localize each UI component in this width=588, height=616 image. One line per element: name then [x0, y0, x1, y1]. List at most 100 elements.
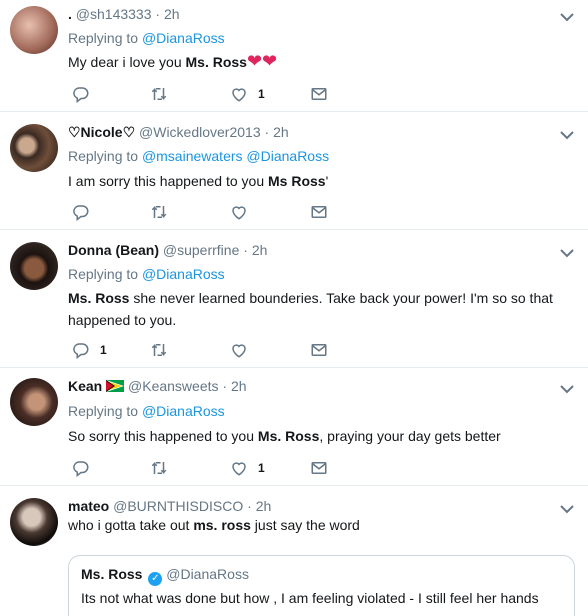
display-name[interactable]: Kean	[68, 378, 102, 394]
tweet-header: Donna (Bean) @superrfine · 2h	[68, 242, 267, 258]
dm-button[interactable]	[310, 340, 328, 360]
display-name[interactable]: .	[68, 6, 72, 22]
user-handle[interactable]: @Wickedlover2013	[139, 124, 261, 140]
separator: ·	[264, 124, 270, 140]
retweet-button[interactable]	[150, 84, 168, 104]
user-handle[interactable]: @Keansweets	[128, 378, 218, 394]
replying-mention[interactable]: @DianaRoss	[142, 403, 225, 419]
tweet-text-part: I am sorry this happened to you	[68, 173, 268, 189]
guyana-flag-icon	[106, 380, 125, 392]
separator: ·	[247, 498, 252, 514]
replying-mention[interactable]: @DianaRoss	[142, 266, 225, 282]
dm-icon	[311, 88, 327, 100]
replying-label: Replying to	[68, 266, 139, 282]
timestamp[interactable]: 2h	[256, 498, 272, 514]
timestamp[interactable]: 2h	[273, 124, 289, 140]
like-count: 1	[258, 87, 265, 101]
tweet[interactable]: ♡Nicole♡ @Wickedlover2013 · 2h Replying …	[0, 112, 588, 230]
replying-to: Replying to @DianaRoss	[68, 30, 225, 46]
replying-mention[interactable]: @msainewaters @DianaRoss	[142, 148, 329, 164]
like-button[interactable]: 1	[230, 458, 265, 478]
tweet-text-part: just say the word	[250, 517, 360, 533]
like-button[interactable]	[230, 202, 248, 222]
tweet-text-bold: Ms. Ross	[185, 54, 247, 70]
tweet[interactable]: Kean @Keansweets · 2h Replying to @Diana…	[0, 368, 588, 486]
like-count: 1	[258, 461, 265, 475]
replying-mention[interactable]: @DianaRoss	[142, 30, 225, 46]
tweet-text-bold: Ms. Ross	[68, 290, 130, 306]
replying-to: Replying to @msainewaters @DianaRoss	[68, 148, 329, 164]
avatar[interactable]	[10, 378, 58, 426]
tweet-text-part: So sorry this happened to you	[68, 428, 258, 444]
tweet-text-part: My dear i love you	[68, 54, 186, 70]
tweet[interactable]: Donna (Bean) @superrfine · 2h Replying t…	[0, 230, 588, 368]
tweet-text-part: , praying your day gets better	[319, 428, 501, 444]
chevron-down-icon[interactable]	[560, 12, 574, 22]
avatar[interactable]	[10, 242, 58, 290]
avatar[interactable]	[10, 498, 58, 546]
user-handle[interactable]: @superrfine	[163, 242, 239, 258]
tweet-header: mateo @BURNTHISDISCO · 2h	[68, 498, 271, 514]
tweet-text: Ms. Ross she never learned bounderies. T…	[68, 287, 568, 331]
display-name[interactable]: ♡Nicole♡	[68, 124, 135, 140]
chevron-down-icon[interactable]	[560, 384, 574, 394]
tweet[interactable]: . @sh143333 · 2h Replying to @DianaRoss …	[0, 0, 588, 112]
retweet-button[interactable]	[150, 340, 168, 360]
tweet-text-part: '	[325, 173, 329, 189]
dm-icon	[311, 206, 327, 218]
retweet-icon	[151, 87, 167, 101]
display-name[interactable]: Donna (Bean)	[68, 242, 159, 258]
user-handle[interactable]: @BURNTHISDISCO	[113, 498, 243, 514]
user-handle[interactable]: @sh143333	[76, 6, 152, 22]
dm-button[interactable]	[310, 202, 328, 222]
chevron-down-icon[interactable]	[560, 248, 574, 258]
tweet[interactable]: mateo @BURNTHISDISCO · 2h who i gotta ta…	[0, 486, 588, 616]
reply-button[interactable]: 1	[72, 340, 107, 360]
dm-button[interactable]	[310, 84, 328, 104]
verified-icon: ✓	[148, 572, 163, 586]
timestamp[interactable]: 2h	[164, 6, 180, 22]
chevron-down-icon[interactable]	[560, 504, 574, 514]
reply-count: 1	[100, 343, 107, 357]
tweet-text: My dear i love you Ms. Ross❤❤	[68, 50, 568, 73]
separator: ·	[155, 6, 161, 22]
timestamp[interactable]: 2h	[252, 242, 268, 258]
like-button[interactable]	[230, 340, 248, 360]
separator: ·	[222, 378, 228, 394]
heart-emoji: ❤❤	[246, 51, 278, 71]
tweet-text: So sorry this happened to you Ms. Ross, …	[68, 425, 568, 447]
avatar[interactable]	[10, 124, 58, 172]
display-name[interactable]: mateo	[68, 498, 109, 514]
dm-button[interactable]	[310, 458, 328, 478]
tweet-text-part: happened to you.	[68, 312, 177, 328]
like-icon	[232, 206, 246, 220]
tweet-header: ♡Nicole♡ @Wickedlover2013 · 2h	[68, 124, 289, 141]
tweet-header: Kean @Keansweets · 2h	[68, 378, 247, 394]
replying-to: Replying to @DianaRoss	[68, 403, 225, 419]
retweet-icon	[151, 343, 167, 357]
retweet-icon	[151, 461, 167, 475]
like-icon	[232, 462, 246, 476]
replying-label: Replying to	[68, 403, 139, 419]
quoted-user-handle: @DianaRoss	[166, 566, 249, 582]
tweet-text-bold: ms. ross	[193, 517, 251, 533]
quoted-tweet-text: Its not what was done but how , I am fee…	[81, 590, 539, 606]
chevron-down-icon[interactable]	[560, 130, 574, 140]
tweet-text-part: who i gotta take out	[68, 517, 194, 533]
tweet-text: who i gotta take out ms. ross just say t…	[68, 514, 568, 536]
replying-label: Replying to	[68, 30, 139, 46]
reply-button[interactable]	[72, 202, 90, 222]
retweet-button[interactable]	[150, 458, 168, 478]
reply-button[interactable]	[72, 84, 90, 104]
like-button[interactable]: 1	[230, 84, 265, 104]
quoted-tweet-header: Ms. Ross ✓ @DianaRoss	[81, 566, 249, 586]
avatar[interactable]	[10, 6, 58, 54]
reply-button[interactable]	[72, 458, 90, 478]
like-icon	[232, 344, 246, 358]
reply-icon	[73, 87, 89, 103]
replying-label: Replying to	[68, 148, 139, 164]
tweet-text-bold: Ms Ross	[268, 173, 326, 189]
timestamp[interactable]: 2h	[231, 378, 247, 394]
retweet-button[interactable]	[150, 202, 168, 222]
quoted-tweet[interactable]: Ms. Ross ✓ @DianaRoss Its not what was d…	[68, 555, 575, 616]
